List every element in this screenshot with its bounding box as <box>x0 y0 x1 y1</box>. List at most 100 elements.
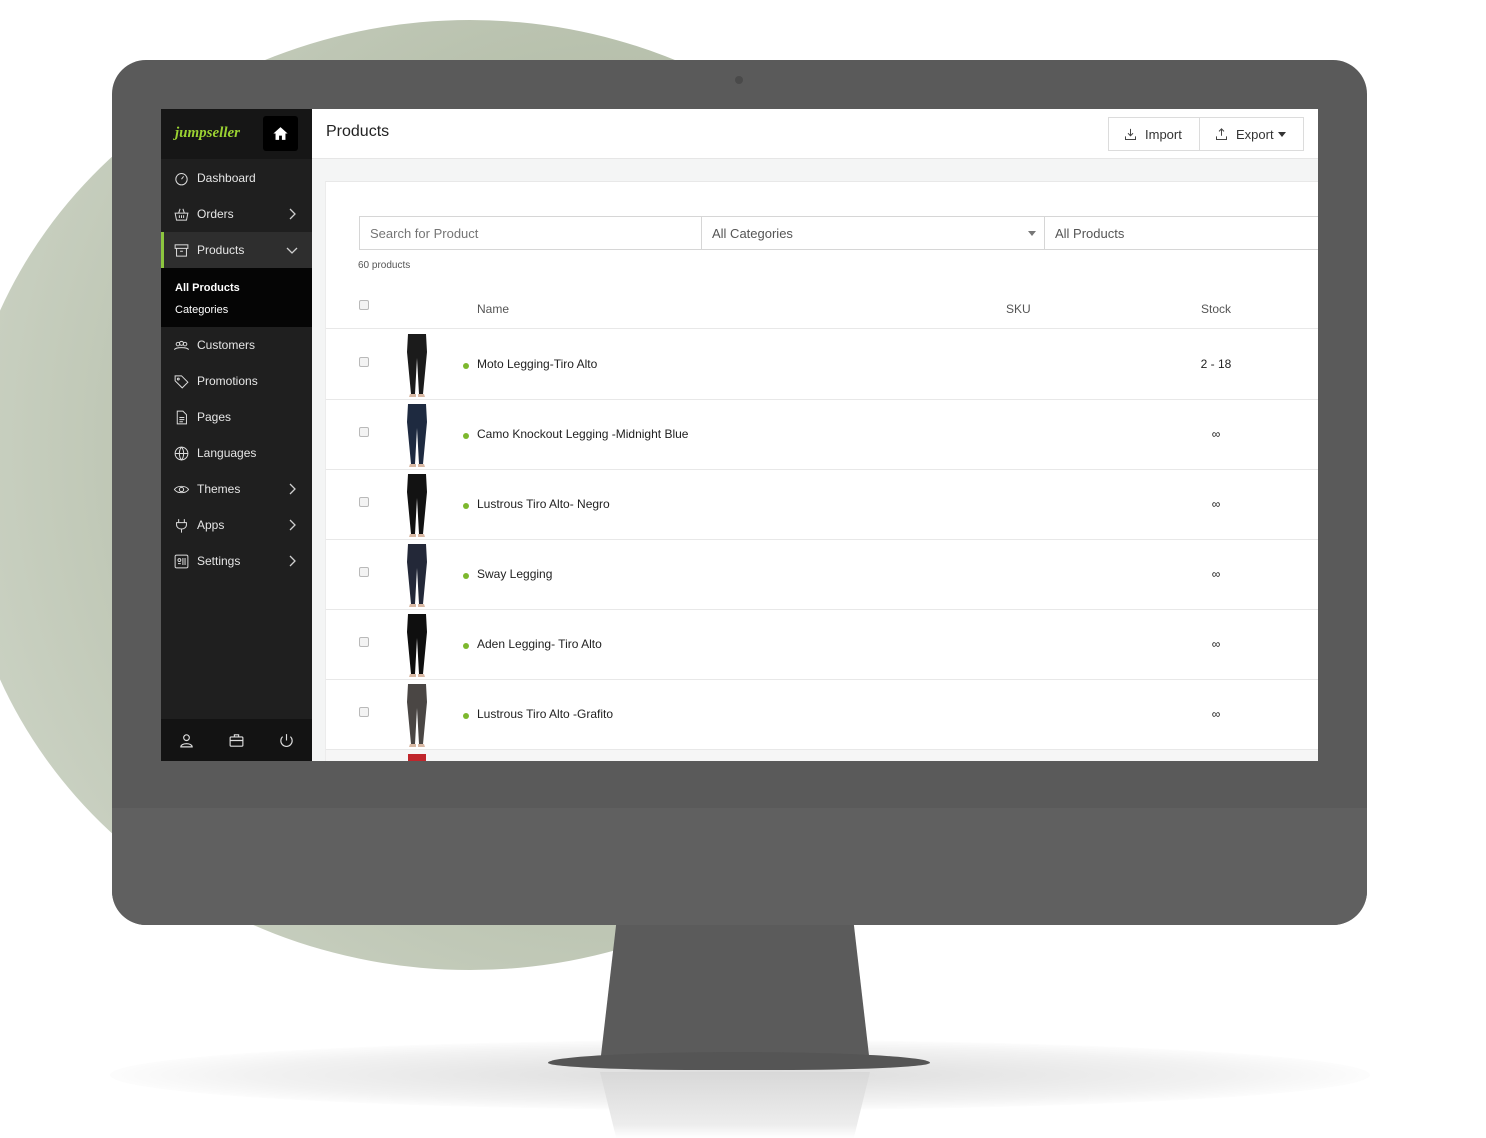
chevron-down-icon <box>1028 231 1036 236</box>
product-stock: ∞ <box>1211 427 1221 441</box>
row-checkbox[interactable] <box>359 497 369 507</box>
app-screen: jumpseller Dashboard Orders Products All Pr… <box>161 109 1318 761</box>
product-name[interactable]: Lustrous Tiro Alto- Negro <box>477 497 610 511</box>
table-row[interactable]: Camo Knockout Legging -Midnight Blue ∞ <box>326 400 1318 470</box>
sidebar-item-promotions[interactable]: Promotions <box>161 363 312 399</box>
table-row[interactable] <box>326 750 1318 761</box>
table-row[interactable]: Moto Legging-Tiro Alto 2 - 18 <box>326 330 1318 400</box>
export-icon <box>1216 127 1227 140</box>
sidebar: jumpseller Dashboard Orders Products All Pr… <box>161 109 312 761</box>
product-thumbnail[interactable] <box>396 612 438 678</box>
products-submenu: All Products Categories <box>161 268 312 327</box>
import-button[interactable]: Import <box>1108 117 1200 151</box>
top-bar: Products Import Export <box>312 109 1318 159</box>
status-dot <box>463 433 469 439</box>
table-row[interactable]: Lustrous Tiro Alto- Negro ∞ <box>326 470 1318 540</box>
column-sku[interactable]: SKU <box>1006 302 1031 316</box>
category-select[interactable]: All Categories <box>702 217 1045 249</box>
product-name[interactable]: Camo Knockout Legging -Midnight Blue <box>477 427 688 441</box>
page-icon <box>172 408 190 426</box>
submenu-item-all-products[interactable]: All Products <box>175 277 312 299</box>
user-icon[interactable] <box>178 732 195 749</box>
product-thumbnail[interactable] <box>396 752 438 761</box>
sidebar-item-label: Promotions <box>197 374 258 388</box>
product-stock: 2 - 18 <box>1200 357 1232 371</box>
eye-icon <box>172 480 190 498</box>
product-name[interactable]: Moto Legging-Tiro Alto <box>477 357 597 371</box>
box-icon <box>172 241 190 259</box>
export-button[interactable]: Export <box>1199 117 1304 151</box>
row-checkbox[interactable] <box>359 427 369 437</box>
table-row[interactable]: Sway Legging ∞ <box>326 540 1318 610</box>
table-row[interactable]: Aden Legging- Tiro Alto ∞ <box>326 610 1318 680</box>
page-title: Products <box>326 123 390 140</box>
users-icon <box>172 336 190 354</box>
sidebar-item-dashboard[interactable]: Dashboard <box>161 160 312 196</box>
sidebar-item-orders[interactable]: Orders <box>161 196 312 232</box>
brand-row: jumpseller <box>161 109 312 159</box>
import-label: Import <box>1145 126 1182 142</box>
caret-down-icon <box>1277 131 1286 137</box>
sidebar-item-pages[interactable]: Pages <box>161 399 312 435</box>
sidebar-item-label: Dashboard <box>197 171 256 185</box>
chevron-down-icon <box>286 247 298 254</box>
row-checkbox[interactable] <box>359 357 369 367</box>
globe-icon <box>172 444 190 462</box>
chevron-right-icon <box>289 555 296 567</box>
status-dot <box>463 643 469 649</box>
sidebar-item-label: Apps <box>197 518 225 532</box>
sidebar-item-settings[interactable]: Settings <box>161 543 312 579</box>
product-stock: ∞ <box>1211 707 1221 721</box>
sidebar-item-label: Themes <box>197 482 241 496</box>
stage: jumpseller Dashboard Orders Products All Pr… <box>0 0 1486 1138</box>
brand-logo[interactable]: jumpseller <box>175 125 240 142</box>
chevron-right-icon <box>289 483 296 495</box>
product-scope-select[interactable]: All Products <box>1045 217 1318 249</box>
product-name[interactable]: Lustrous Tiro Alto -Grafito <box>477 707 613 721</box>
product-name[interactable]: Aden Legging- Tiro Alto <box>477 637 602 651</box>
column-stock[interactable]: Stock <box>1166 302 1266 316</box>
submenu-item-categories[interactable]: Categories <box>175 299 312 321</box>
column-name[interactable]: Name <box>477 302 509 316</box>
sidebar-item-label: Products <box>197 243 245 257</box>
row-checkbox[interactable] <box>359 637 369 647</box>
power-icon[interactable] <box>278 732 295 749</box>
product-count: 60 products <box>358 260 411 271</box>
sidebar-item-label: Languages <box>197 446 257 460</box>
sidebar-item-themes[interactable]: Themes <box>161 471 312 507</box>
search-input[interactable] <box>360 217 702 249</box>
monitor-stand-base <box>548 1052 930 1070</box>
chevron-right-icon <box>289 519 296 531</box>
select-all-checkbox[interactable] <box>359 300 369 310</box>
sidebar-item-label: Orders <box>197 207 234 221</box>
product-stock: ∞ <box>1211 567 1221 581</box>
sidebar-item-languages[interactable]: Languages <box>161 435 312 471</box>
tag-icon <box>172 372 190 390</box>
category-select-value: All Categories <box>712 225 793 241</box>
sidebar-item-apps[interactable]: Apps <box>161 507 312 543</box>
row-checkbox[interactable] <box>359 567 369 577</box>
sidebar-item-products[interactable]: Products <box>161 232 312 268</box>
product-thumbnail[interactable] <box>396 472 438 538</box>
product-stock: ∞ <box>1211 497 1221 511</box>
briefcase-icon[interactable] <box>228 732 245 749</box>
products-panel: All Categories All Products 60 products … <box>325 181 1318 761</box>
table-header: Name SKU Stock <box>326 292 1318 329</box>
product-thumbnail[interactable] <box>396 682 438 748</box>
status-dot <box>463 573 469 579</box>
table-row[interactable]: Lustrous Tiro Alto -Grafito ∞ <box>326 680 1318 750</box>
sidebar-item-customers[interactable]: Customers <box>161 327 312 363</box>
product-thumbnail[interactable] <box>396 542 438 608</box>
product-name[interactable]: Sway Legging <box>477 567 552 581</box>
product-thumbnail[interactable] <box>396 402 438 468</box>
home-icon <box>273 127 288 140</box>
basket-icon <box>172 205 190 223</box>
export-label: Export <box>1236 126 1274 142</box>
import-icon <box>1125 128 1136 140</box>
stand-reflection <box>600 1072 870 1138</box>
row-checkbox[interactable] <box>359 707 369 717</box>
product-thumbnail[interactable] <box>396 332 438 398</box>
sidebar-item-label: Pages <box>197 410 232 424</box>
home-button[interactable] <box>263 116 298 151</box>
product-scope-value: All Products <box>1055 225 1125 241</box>
